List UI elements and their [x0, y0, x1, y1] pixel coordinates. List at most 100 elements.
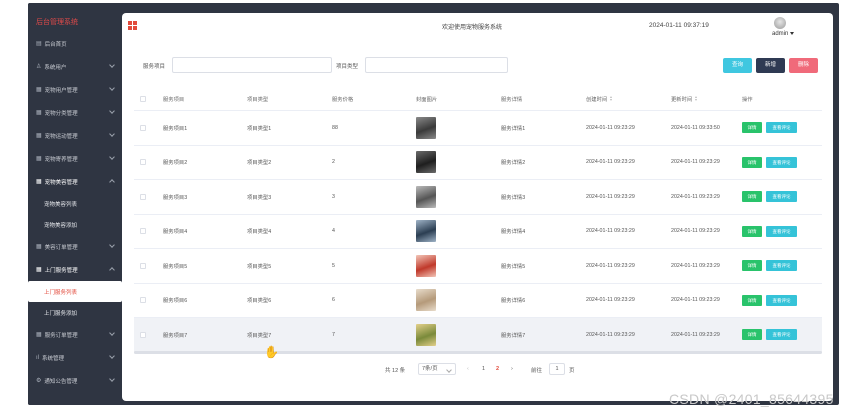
page-size-select[interactable]: 7条/页 [418, 363, 456, 375]
home-icon: ▤ [36, 40, 42, 47]
cell-image [416, 111, 436, 145]
watermark: CSDN @2401_85644395 [669, 391, 834, 407]
cell-updated: 2024-01-11 09:23:29 [671, 159, 720, 166]
menu-toggle-icon[interactable] [128, 21, 137, 30]
sidebar-item-7[interactable]: ▦ 美容订单管理 [28, 235, 122, 258]
main-panel: 欢迎使用宠物服务系统 2024-01-11 09:37:19 admin 服务项… [122, 13, 833, 401]
grid-icon: ▦ [36, 331, 42, 338]
cell-created: 2024-01-11 09:23:29 [586, 193, 635, 200]
view-comments-button[interactable]: 查看评论 [766, 156, 797, 168]
view-comments-button[interactable]: 查看评论 [766, 260, 797, 272]
sidebar-item-0[interactable]: ▤ 后台首页 [28, 32, 122, 55]
grid-icon: ▦ [36, 86, 42, 93]
cell-actions: 详情 查看评论 [742, 249, 801, 283]
sidebar-subitem[interactable]: 上门服务添加 [28, 302, 122, 323]
add-button[interactable]: 新增 [756, 58, 785, 73]
search-button[interactable]: 查询 [723, 58, 752, 73]
detail-button[interactable]: 详情 [742, 225, 762, 237]
cell-created: 2024-01-11 09:23:29 [586, 159, 635, 166]
sidebar-subitem[interactable]: 上门服务列表 [28, 281, 122, 302]
detail-button[interactable]: 详情 [742, 260, 762, 272]
sidebar-item-10[interactable]: ıl 系统管理 [28, 346, 122, 369]
sidebar-subitem[interactable]: 宠物美容添加 [28, 214, 122, 235]
col-updated[interactable]: 更新时间 [671, 87, 698, 110]
view-comments-button[interactable]: 查看评论 [766, 294, 797, 306]
table-row[interactable]: 服务项目5 项目类型5 5 服务详情5 2024-01-11 09:23:29 2024-… [134, 249, 822, 284]
app-window: 后台管理系统 ▤ 后台首页 ♙ 系统用户 ▦ 宠物用户管理 ▦ 宠物分类管理 ▦ 宠物运动管理 ▦ 宠… [28, 3, 839, 405]
table-row[interactable]: 服务项目6 项目类型6 6 服务详情6 2024-01-11 09:23:29 2024-… [134, 284, 822, 318]
cell-image [416, 146, 436, 180]
prev-page-icon[interactable]: ‹ [467, 366, 469, 372]
cell-created: 2024-01-11 09:23:29 [586, 228, 635, 235]
avatar[interactable] [774, 17, 786, 29]
sidebar-item-8[interactable]: ▦ 上门服务管理 [28, 258, 122, 281]
table-row[interactable]: 服务项目4 项目类型4 4 服务详情4 2024-01-11 09:23:29 2024-… [134, 215, 822, 249]
cell-created: 2024-01-11 09:23:29 [586, 262, 635, 269]
view-comments-button[interactable]: 查看评论 [766, 122, 797, 134]
detail-button[interactable]: 详情 [742, 329, 762, 341]
row-checkbox[interactable] [140, 249, 146, 283]
grid-icon: ▦ [36, 109, 42, 116]
delete-button[interactable]: 删除 [789, 58, 818, 73]
sidebar-item-6[interactable]: ▦ 宠物美容管理 [28, 170, 122, 193]
goto-label: 前往 [531, 368, 543, 374]
cell-type: 项目类型4 [247, 229, 272, 236]
detail-button[interactable]: 详情 [742, 156, 762, 168]
cell-detail: 服务详情6 [501, 298, 526, 305]
cell-type: 项目类型2 [247, 160, 272, 167]
table-row[interactable]: 服务项目2 项目类型2 2 服务详情2 2024-01-11 09:23:29 2024-… [134, 146, 822, 180]
detail-button[interactable]: 详情 [742, 294, 762, 306]
row-checkbox[interactable] [140, 318, 146, 352]
service-type-input[interactable] [365, 57, 508, 73]
cell-image [416, 249, 436, 283]
cell-detail: 服务详情4 [501, 229, 526, 236]
row-checkbox[interactable] [140, 284, 146, 318]
row-checkbox[interactable] [140, 215, 146, 249]
cell-name: 服务项目5 [163, 263, 188, 270]
sort-icon[interactable] [610, 96, 613, 101]
goto-page-input[interactable]: 1 [549, 363, 565, 375]
service-name-input[interactable] [172, 57, 332, 73]
horizontal-scrollbar[interactable] [134, 351, 822, 354]
page-2[interactable]: 2 [496, 366, 499, 372]
next-page-icon[interactable]: › [511, 366, 513, 372]
cover-image [416, 254, 436, 277]
cell-created: 2024-01-11 09:23:29 [586, 124, 635, 131]
data-table: 服务项目 项目类型 服务价格 封面图片 服务详情 创建时间 更新时间 操作 服务… [134, 87, 822, 353]
sidebar-item-5[interactable]: ▦ 宠物寄养管理 [28, 147, 122, 170]
detail-button[interactable]: 详情 [742, 122, 762, 134]
row-checkbox[interactable] [140, 180, 146, 214]
sidebar-item-2[interactable]: ▦ 宠物用户管理 [28, 78, 122, 101]
settings-icon: ⚙ [36, 377, 42, 384]
sidebar-item-label: 美容订单管理 [44, 244, 78, 251]
sidebar-item-label: 宠物分类管理 [44, 110, 78, 117]
sidebar-item-1[interactable]: ♙ 系统用户 [28, 55, 122, 78]
sidebar-item-label: 宠物用户管理 [44, 87, 78, 94]
cell-actions: 详情 查看评论 [742, 284, 801, 318]
chevron-down-icon [109, 242, 115, 248]
cell-name: 服务项目3 [163, 194, 188, 201]
row-checkbox[interactable] [140, 111, 146, 145]
page-1[interactable]: 1 [482, 366, 485, 372]
sidebar-subitem[interactable]: 宠物美容列表 [28, 193, 122, 214]
sidebar-item-9[interactable]: ▦ 服务订单管理 [28, 323, 122, 346]
cell-name: 服务项目4 [163, 229, 188, 236]
row-checkbox[interactable] [140, 146, 146, 180]
view-comments-button[interactable]: 查看评论 [766, 225, 797, 237]
sort-icon[interactable] [695, 96, 698, 101]
table-row[interactable]: 服务项目7 项目类型7 7 服务详情7 2024-01-11 09:23:29 2024-… [134, 318, 822, 353]
sidebar-item-11[interactable]: ⚙ 通知公告管理 [28, 369, 122, 392]
field2-label: 项目类型 [336, 64, 359, 70]
user-menu[interactable]: admin [772, 31, 794, 37]
view-comments-button[interactable]: 查看评论 [766, 191, 797, 203]
table-row[interactable]: 服务项目1 项目类型1 88 服务详情1 2024-01-11 09:23:29 2024… [134, 111, 822, 146]
chevron-down-icon [109, 108, 115, 114]
sidebar-item-3[interactable]: ▦ 宠物分类管理 [28, 101, 122, 124]
col-created[interactable]: 创建时间 [586, 87, 613, 110]
select-all-checkbox[interactable] [140, 87, 146, 110]
chevron-down-icon [109, 62, 115, 68]
detail-button[interactable]: 详情 [742, 191, 762, 203]
table-row[interactable]: 服务项目3 项目类型3 3 服务详情3 2024-01-11 09:23:29 2024-… [134, 180, 822, 215]
sidebar-item-4[interactable]: ▦ 宠物运动管理 [28, 124, 122, 147]
view-comments-button[interactable]: 查看评论 [766, 329, 797, 341]
